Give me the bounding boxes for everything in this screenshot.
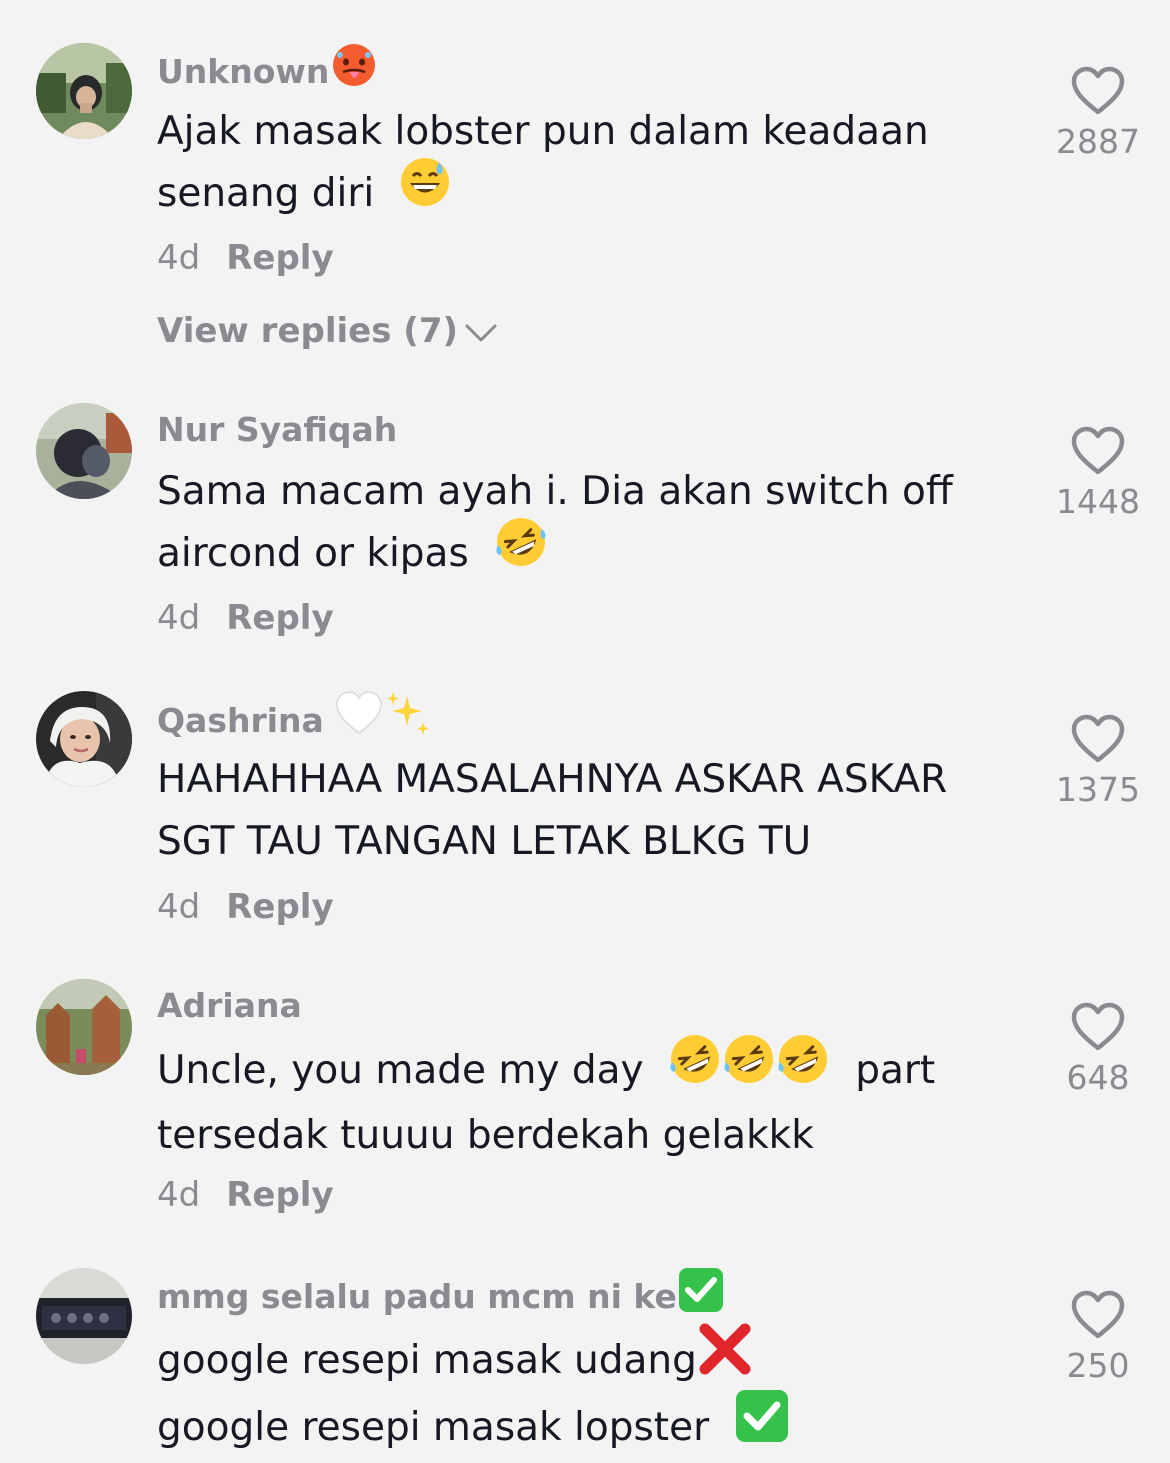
chevron-down-icon xyxy=(465,324,497,341)
reply-button[interactable]: Reply xyxy=(226,238,333,278)
comment-text: Uncle, you made my day part tersedak tuu… xyxy=(157,1035,1037,1167)
comment-age: 4d xyxy=(157,238,201,278)
comment-age: 4d xyxy=(157,1175,201,1215)
check-mark-button-icon xyxy=(677,1266,725,1323)
heart-icon xyxy=(1071,1002,1125,1051)
avatar[interactable] xyxy=(36,691,132,787)
heart-icon xyxy=(1071,66,1125,115)
like-count: 1375 xyxy=(1056,770,1140,809)
reply-button[interactable]: Reply xyxy=(226,1175,333,1215)
like-count: 648 xyxy=(1066,1058,1130,1097)
like-button[interactable]: 250 xyxy=(1038,1290,1158,1386)
reply-button[interactable]: Reply xyxy=(226,598,333,638)
comment-username[interactable]: Adriana xyxy=(157,986,302,1026)
like-button[interactable]: 1375 xyxy=(1038,714,1158,810)
like-button[interactable]: 2887 xyxy=(1038,66,1158,162)
comment-meta: 4d Reply xyxy=(157,598,334,638)
white-heart-sparkles-icon xyxy=(335,690,431,747)
check-mark-button-icon xyxy=(734,1388,790,1463)
avatar[interactable] xyxy=(36,403,132,499)
like-button[interactable]: 648 xyxy=(1038,1002,1158,1098)
like-count: 2887 xyxy=(1056,122,1140,161)
comment-meta: 4d Reply xyxy=(157,1175,334,1215)
heart-icon xyxy=(1071,426,1125,475)
like-count: 1448 xyxy=(1056,482,1140,521)
rofl-icon xyxy=(668,1032,722,1105)
rofl-icon xyxy=(494,515,548,588)
comment-username[interactable]: Nur Syafiqah xyxy=(157,410,397,450)
comment-username[interactable]: mmg selalu padu mcm ni ke xyxy=(157,1268,725,1323)
hot-face-icon xyxy=(331,42,377,97)
avatar[interactable] xyxy=(36,1268,132,1364)
view-replies-button[interactable]: View replies (7) xyxy=(157,311,498,351)
comment-meta: 4d Reply xyxy=(157,887,334,927)
comment-age: 4d xyxy=(157,887,201,927)
comment-text: Ajak masak lobster pun dalam keadaan sen… xyxy=(157,101,1037,227)
like-count: 250 xyxy=(1066,1346,1130,1385)
comment-text: google resepi masak udang google resepi … xyxy=(157,1323,1037,1463)
avatar[interactable] xyxy=(36,43,132,139)
avatar[interactable] xyxy=(36,979,132,1075)
comment-username[interactable]: Qashrina xyxy=(157,691,431,747)
rofl-icon xyxy=(722,1032,776,1105)
comment-meta: 4d Reply xyxy=(157,238,334,278)
grinning-sweat-icon xyxy=(399,156,451,227)
comment-text: Sama macam ayah i. Dia akan switch off a… xyxy=(157,461,1037,588)
comment-age: 4d xyxy=(157,598,201,638)
comment-text: HAHAHHAA MASALAHNYA ASKAR ASKAR SGT TAU … xyxy=(157,757,948,864)
heart-icon xyxy=(1071,714,1125,763)
rofl-icon xyxy=(776,1032,830,1105)
cross-mark-icon xyxy=(697,1321,753,1396)
like-button[interactable]: 1448 xyxy=(1038,426,1158,522)
reply-button[interactable]: Reply xyxy=(226,887,333,927)
heart-icon xyxy=(1071,1290,1125,1339)
comment-username[interactable]: Unknown xyxy=(157,44,377,97)
